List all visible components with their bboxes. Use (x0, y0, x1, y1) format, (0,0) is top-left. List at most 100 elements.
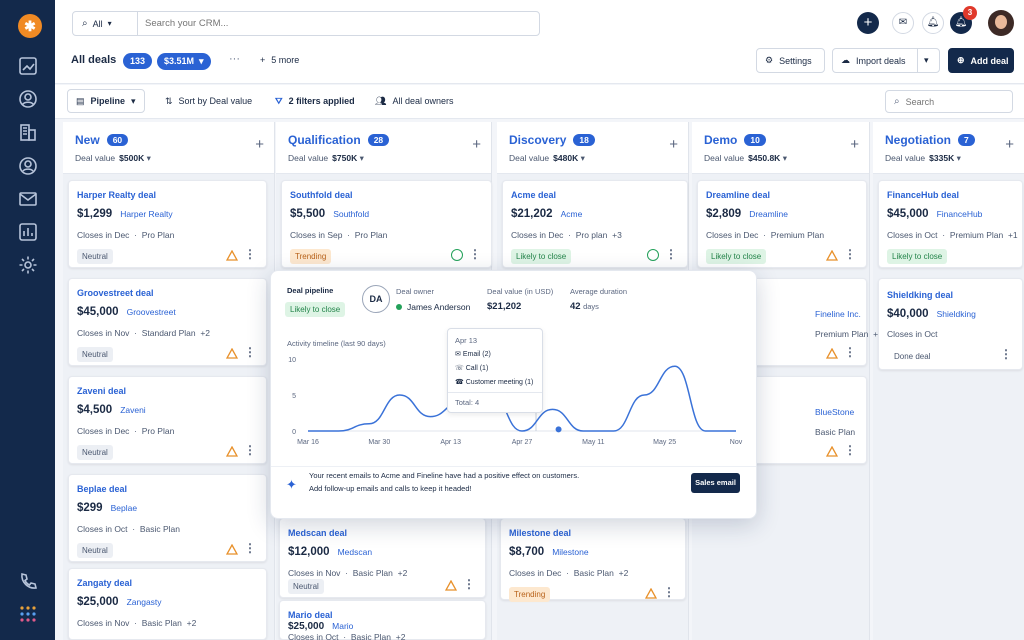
user-avatar[interactable] (988, 10, 1014, 36)
deal-card[interactable]: Beplae deal $299 Beplae Closes in Oct · B… (68, 474, 267, 562)
owner-avatar[interactable]: DA (362, 285, 390, 313)
deal-card[interactable]: Zaveni deal $4,500 Zaveni Closes in Dec ·… (68, 376, 267, 464)
deal-company[interactable]: Zaveni (120, 405, 146, 415)
deal-name[interactable]: Southfold deal (290, 190, 353, 200)
import-deals-button[interactable]: ☁ Import deals ▾ (832, 48, 940, 73)
chevron-down-icon[interactable]: ▾ (957, 153, 961, 163)
deal-card[interactable]: Acme deal $21,202 Acme Closes in Dec · Pr… (502, 180, 688, 268)
nav-phone-icon[interactable] (18, 571, 40, 593)
owner-filter-button[interactable]: 👥︎ All deal owners (375, 96, 453, 107)
nav-apps-icon[interactable] (18, 604, 40, 626)
filter-button[interactable]: ⛛ 2 filters applied (275, 96, 355, 107)
deal-name[interactable]: Dreamline deal (706, 190, 770, 200)
deal-company[interactable]: BlueStone (815, 407, 854, 417)
deal-card[interactable]: Harper Realty deal $1,299 Harper Realty C… (68, 180, 267, 268)
global-search[interactable]: ⌕ All ▾ (72, 11, 540, 36)
deal-card[interactable]: Shieldking deal $40,000 Shieldking Closes… (878, 278, 1023, 370)
deal-company[interactable]: Fineline Inc. (815, 309, 861, 319)
nav-companies-icon[interactable] (18, 122, 40, 144)
deal-card[interactable]: Mario deal $25,000 Mario Closes in Oct · … (279, 600, 486, 640)
deal-name[interactable]: Medscan deal (288, 528, 347, 538)
deal-card[interactable]: Dreamline deal $2,809 Dreamline Closes in… (697, 180, 867, 268)
deal-company[interactable]: Beplae (111, 503, 137, 513)
deal-card[interactable]: Milestone deal $8,700 Milestone Closes in… (500, 518, 686, 602)
deal-name[interactable]: FinanceHub deal (887, 190, 959, 200)
nav-reports-icon[interactable] (18, 56, 40, 78)
deal-company[interactable]: Dreamline (749, 209, 788, 219)
sales-email-button[interactable]: Sales email (691, 473, 740, 493)
deal-company[interactable]: Groovestreet (127, 307, 176, 317)
more-options-icon[interactable]: ··· (229, 53, 240, 65)
add-deal-button[interactable]: ⊕ Add deal (948, 48, 1014, 73)
deal-name[interactable]: Acme deal (511, 190, 556, 200)
add-card-button[interactable]: + (850, 136, 859, 153)
plus-icon: + (669, 136, 678, 153)
board-search[interactable]: ⌕ (885, 90, 1013, 113)
deal-card[interactable]: Groovestreet deal $45,000 Groovestreet Cl… (68, 278, 267, 366)
deal-name[interactable]: Milestone deal (509, 528, 571, 538)
nav-contacts-icon[interactable] (18, 89, 40, 111)
chevron-down-icon[interactable]: ▾ (581, 153, 585, 163)
deal-name[interactable]: Mario deal (288, 610, 333, 620)
card-menu-icon[interactable]: ⋮ (244, 541, 256, 555)
deal-name[interactable]: Zaveni deal (77, 386, 126, 396)
deal-total-badge[interactable]: $3.51M ▾ (157, 53, 211, 70)
board-search-input[interactable] (905, 96, 1001, 107)
card-menu-icon[interactable]: ⋮ (244, 247, 256, 261)
deal-name[interactable]: Beplae deal (77, 484, 127, 494)
card-menu-icon[interactable]: ⋮ (844, 443, 856, 457)
view-selector[interactable]: ▤ Pipeline ▾ (67, 89, 145, 113)
add-card-button[interactable]: + (255, 136, 264, 153)
deal-name[interactable]: Groovestreet deal (77, 288, 154, 298)
search-scope-dropdown[interactable]: ⌕ All ▾ (82, 18, 112, 29)
nav-mail-icon[interactable] (18, 189, 40, 211)
card-menu-icon[interactable]: ⋮ (469, 247, 481, 261)
deal-company[interactable]: FinanceHub (937, 209, 983, 219)
deal-company[interactable]: Milestone (552, 547, 588, 557)
nav-analytics-icon[interactable] (18, 222, 40, 244)
owner-name[interactable]: James Anderson (407, 302, 470, 312)
highlighted-point[interactable] (555, 426, 562, 433)
card-menu-icon[interactable]: ⋮ (665, 247, 677, 261)
notifications-button[interactable]: 🔔︎ (922, 12, 944, 34)
add-card-button[interactable]: + (472, 136, 481, 153)
nav-settings-icon[interactable] (18, 255, 40, 277)
deal-company[interactable]: Mario (332, 621, 353, 631)
deal-name[interactable]: Zangaty deal (77, 578, 132, 588)
deal-company[interactable]: Harper Realty (120, 209, 172, 219)
search-input[interactable] (145, 16, 525, 31)
sort-button[interactable]: ⇅ Sort by Deal value (165, 96, 252, 107)
add-card-button[interactable]: + (1005, 136, 1014, 153)
deal-company[interactable]: Medscan (338, 547, 373, 557)
deal-card[interactable]: Zangaty deal $25,000 Zangasty Closes in N… (68, 568, 267, 640)
card-menu-icon[interactable]: ⋮ (844, 247, 856, 261)
card-menu-icon[interactable]: ⋮ (844, 345, 856, 359)
card-menu-icon[interactable]: ⋮ (244, 345, 256, 359)
create-button[interactable]: + (857, 12, 879, 34)
deal-count-badge[interactable]: 133 (123, 53, 153, 69)
warning-icon (645, 588, 657, 599)
deal-company[interactable]: Acme (561, 209, 583, 219)
deal-company[interactable]: Zangasty (127, 597, 162, 607)
nav-people-icon[interactable] (18, 156, 40, 178)
app-logo-icon[interactable]: ✱ (18, 14, 42, 38)
deal-name[interactable]: Harper Realty deal (77, 190, 156, 200)
chevron-down-icon[interactable]: ▾ (783, 153, 787, 163)
card-menu-icon[interactable]: ⋮ (663, 585, 675, 599)
chevron-down-icon[interactable]: ▾ (917, 49, 939, 72)
deal-card[interactable]: FinanceHub deal $45,000 FinanceHub Closes… (878, 180, 1023, 268)
card-menu-icon[interactable]: ⋮ (244, 443, 256, 457)
deal-card[interactable]: Medscan deal $12,000 Medscan Closes in No… (279, 518, 486, 598)
deal-card[interactable]: Southfold deal $5,500 Southfold Closes in… (281, 180, 492, 268)
add-card-button[interactable]: + (669, 136, 678, 153)
card-menu-icon[interactable]: ⋮ (1000, 347, 1012, 361)
chevron-down-icon[interactable]: ▾ (147, 153, 151, 163)
more-filters-link[interactable]: +5 more (260, 55, 299, 65)
deal-name[interactable]: Shieldking deal (887, 290, 953, 300)
card-menu-icon[interactable]: ⋮ (463, 577, 475, 591)
mail-button[interactable]: ✉ (892, 12, 914, 34)
chevron-down-icon[interactable]: ▾ (360, 153, 364, 163)
deal-company[interactable]: Shieldking (937, 309, 976, 319)
deal-company[interactable]: Southfold (333, 209, 369, 219)
settings-button[interactable]: ⚙ Settings (756, 48, 825, 73)
